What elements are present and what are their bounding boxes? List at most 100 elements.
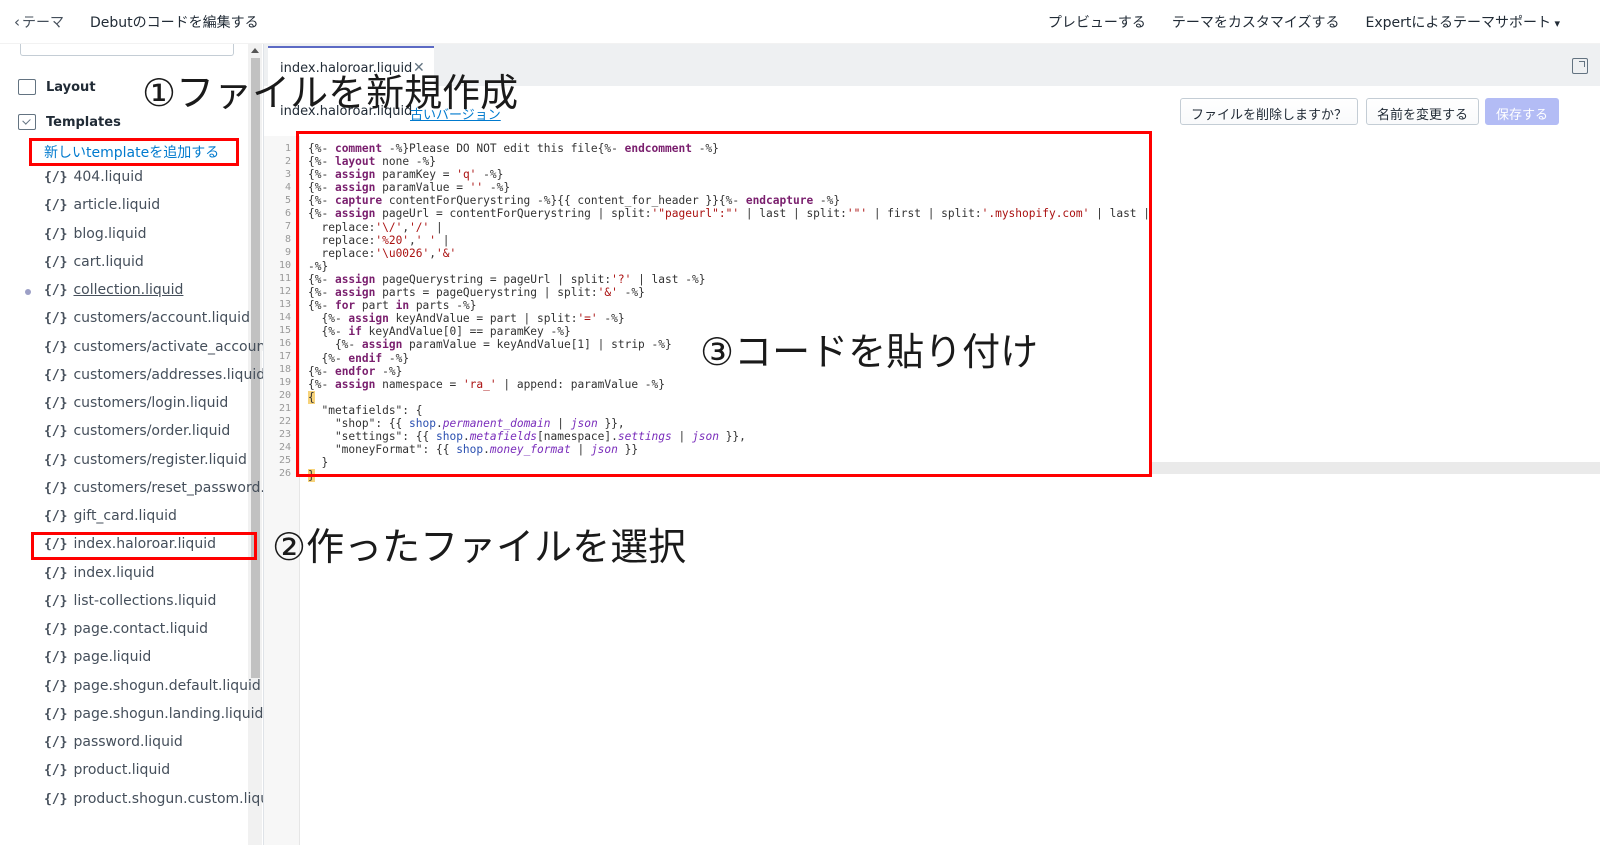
file-name: cart.liquid <box>73 254 144 270</box>
file-name: index.liquid <box>73 565 155 581</box>
line-number: 25 <box>278 455 291 466</box>
sidebar-file-item[interactable]: {/} customers/login.liquid <box>44 395 228 411</box>
liquid-file-icon: {/} <box>44 621 68 637</box>
sidebar-file-item[interactable]: {/} list-collections.liquid <box>44 593 216 609</box>
liquid-file-icon: {/} <box>44 565 68 581</box>
sidebar-file-item[interactable]: {/} customers/order.liquid <box>44 423 230 439</box>
liquid-file-icon: {/} <box>44 169 68 185</box>
liquid-file-icon: {/} <box>44 593 68 609</box>
sidebar-file-item[interactable]: {/} cart.liquid <box>44 254 144 270</box>
annotation-step-2: ②作ったファイルを選択 <box>272 525 687 569</box>
scroll-up-icon[interactable] <box>251 48 259 53</box>
sidebar-file-item[interactable]: {/} password.liquid <box>44 734 183 750</box>
line-number: 5 <box>284 195 291 206</box>
liquid-file-icon: {/} <box>44 480 68 496</box>
file-name: list-collections.liquid <box>73 593 217 609</box>
liquid-file-icon: {/} <box>44 197 68 213</box>
save-button[interactable]: 保存する <box>1485 98 1560 125</box>
folder-templates[interactable]: Templates <box>18 114 121 130</box>
liquid-file-icon: {/} <box>44 734 68 750</box>
liquid-file-icon: {/} <box>44 226 68 242</box>
file-name: customers/addresses.liquid <box>73 367 264 383</box>
line-number: 14 <box>278 312 291 323</box>
back-label: テーマ <box>22 15 64 31</box>
customize-theme-button[interactable]: テーマをカスタマイズする <box>1172 12 1340 32</box>
sidebar-file-item[interactable]: {/} page.shogun.default.liquid <box>44 678 261 694</box>
sidebar-file-item[interactable]: {/} gift_card.liquid <box>44 508 177 524</box>
sidebar-file-item[interactable]: {/} index.liquid <box>44 565 155 581</box>
file-name: product.liquid <box>73 762 171 778</box>
sidebar-file-item[interactable]: {/} page.liquid <box>44 649 151 665</box>
preview-button[interactable]: プレビューする <box>1048 12 1146 32</box>
file-name: article.liquid <box>73 197 161 213</box>
line-number: 20 <box>278 390 291 401</box>
file-name: product.shogun.custom.liquic <box>73 791 264 807</box>
liquid-file-icon: {/} <box>44 649 68 665</box>
sidebar-file-item[interactable]: {/} page.shogun.landing.liquid <box>44 706 263 722</box>
line-number: 23 <box>278 429 291 440</box>
line-number: 3 <box>284 169 291 180</box>
file-name: page.contact.liquid <box>73 621 209 637</box>
modified-dot <box>25 289 31 295</box>
horizontal-scrollbar[interactable] <box>1152 462 1600 474</box>
folder-label: Templates <box>46 114 121 130</box>
back-to-themes-link[interactable]: ‹ テーマ <box>14 12 64 32</box>
liquid-file-icon: {/} <box>44 282 68 298</box>
line-number: 26 <box>278 468 291 479</box>
sidebar-scrollbar[interactable] <box>248 44 262 845</box>
file-search-input[interactable] <box>20 44 234 56</box>
sidebar-file-item-active[interactable]: {/} collection.liquid <box>44 282 183 298</box>
expert-support-dropdown[interactable]: Expertによるテーマサポート <box>1366 12 1561 32</box>
sidebar-file-item[interactable]: {/} product.liquid <box>44 762 170 778</box>
liquid-file-icon: {/} <box>44 508 68 524</box>
file-name: customers/activate_account.li <box>73 339 264 355</box>
liquid-file-icon: {/} <box>44 678 68 694</box>
sidebar-file-item[interactable]: {/} blog.liquid <box>44 226 146 242</box>
sidebar-file-item[interactable]: {/} customers/reset_password.liq <box>44 480 263 496</box>
liquid-file-icon: {/} <box>44 706 68 722</box>
sidebar-file-item[interactable]: {/} customers/account.liquid <box>44 310 250 326</box>
file-name: collection.liquid <box>73 282 184 298</box>
line-number: 9 <box>284 247 291 258</box>
sidebar-file-item[interactable]: {/} customers/activate_account.li <box>44 339 264 355</box>
line-number: 6 <box>284 208 291 219</box>
rename-button[interactable]: 名前を変更する <box>1366 98 1480 125</box>
sidebar-file-item[interactable]: {/} customers/addresses.liquid <box>44 367 264 383</box>
sidebar-file-item[interactable]: {/} customers/register.liquid <box>44 452 247 468</box>
chevron-left-icon: ‹ <box>14 13 20 31</box>
file-name: customers/order.liquid <box>73 423 231 439</box>
line-number: 16 <box>278 338 291 349</box>
sidebar-file-item[interactable]: {/} 404.liquid <box>44 169 143 185</box>
line-number: 10 <box>278 260 291 271</box>
line-number: 13 <box>278 299 291 310</box>
highlight-selected-file <box>31 532 257 560</box>
folder-layout[interactable]: Layout <box>18 79 96 95</box>
file-name: customers/register.liquid <box>73 452 247 468</box>
line-number-gutter: 1 2 3 4 5 6 7 8 9 10 11 12 13 14 15 16 1… <box>264 136 300 845</box>
top-bar: ‹ テーマ Debutのコードを編集する プレビューする テーマをカスタマイズす… <box>0 0 1600 44</box>
line-number: 18 <box>278 364 291 375</box>
line-number: 7 <box>284 221 291 232</box>
sidebar-file-item[interactable]: {/} page.contact.liquid <box>44 621 208 637</box>
folder-icon <box>18 79 36 95</box>
file-name: customers/account.liquid <box>73 310 250 326</box>
line-number: 19 <box>278 377 291 388</box>
line-number: 12 <box>278 286 291 297</box>
sidebar-file-item[interactable]: {/} article.liquid <box>44 197 160 213</box>
highlight-code-area <box>296 131 1152 477</box>
page-title: Debutのコードを編集する <box>90 15 259 31</box>
folder-label: Layout <box>46 79 96 95</box>
delete-file-button[interactable]: ファイルを削除しますか？ <box>1180 98 1359 125</box>
file-name: page.liquid <box>73 649 152 665</box>
liquid-file-icon: {/} <box>44 452 68 468</box>
line-number: 1 <box>284 143 291 154</box>
fullscreen-icon[interactable] <box>1572 58 1588 74</box>
liquid-file-icon: {/} <box>44 339 68 355</box>
folder-open-icon <box>18 114 36 130</box>
liquid-file-icon: {/} <box>44 423 68 439</box>
line-number: 22 <box>278 416 291 427</box>
liquid-file-icon: {/} <box>44 395 68 411</box>
line-number: 17 <box>278 351 291 362</box>
sidebar-file-item[interactable]: {/} product.shogun.custom.liquic <box>44 791 264 807</box>
file-name: gift_card.liquid <box>73 508 177 524</box>
